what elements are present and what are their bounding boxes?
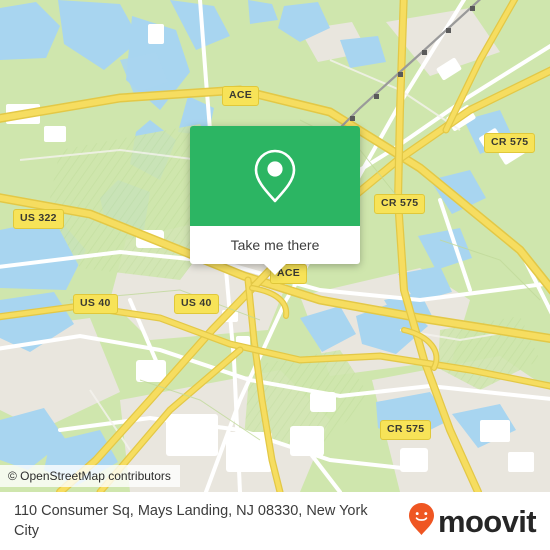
moovit-wordmark: moovit: [437, 503, 537, 539]
shield-us322-west: US 322: [13, 209, 64, 229]
location-popup-card[interactable]: Take me there: [190, 126, 360, 275]
shield-cr575-mid: CR 575: [374, 194, 426, 214]
popup-card-header: [190, 126, 360, 226]
shield-ace-north: ACE: [222, 86, 260, 106]
take-me-there-button[interactable]: Take me there: [190, 226, 360, 275]
shield-cr575-south: CR 575: [380, 420, 432, 440]
take-me-there-label: Take me there: [230, 237, 320, 253]
shield-us40-east: US 40: [174, 294, 219, 314]
moovit-map-screenshot: ACE CR 575 US 322 CR 575 ACE US 40 US 40…: [0, 0, 550, 550]
map-attribution[interactable]: © OpenStreetMap contributors: [0, 465, 180, 487]
shield-us40-west: US 40: [73, 294, 118, 314]
moovit-logo[interactable]: moovit: [408, 502, 537, 541]
attribution-text: © OpenStreetMap contributors: [8, 469, 171, 483]
moovit-smiley-pin-icon: [408, 502, 435, 541]
footer-bar: 110 Consumer Sq, Mays Landing, NJ 08330,…: [0, 492, 550, 550]
location-pin-icon: [253, 148, 297, 204]
shield-cr575-east: CR 575: [484, 133, 536, 153]
map-canvas[interactable]: ACE CR 575 US 322 CR 575 ACE US 40 US 40…: [0, 0, 550, 492]
address-label: 110 Consumer Sq, Mays Landing, NJ 08330,…: [14, 503, 368, 539]
popup-pointer-triangle: [264, 264, 286, 275]
